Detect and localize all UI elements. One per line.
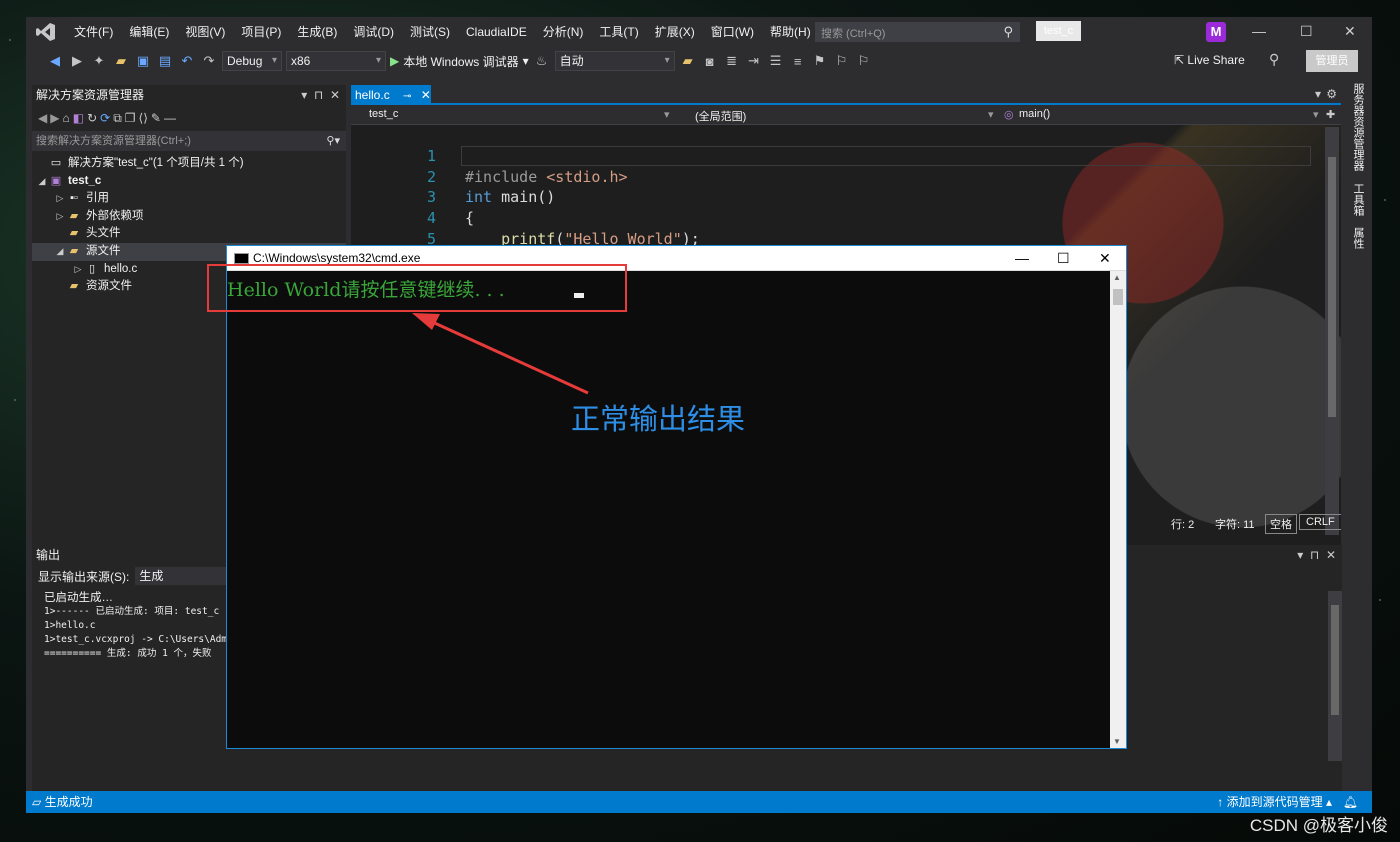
annotation-label: 正常输出结果 xyxy=(571,402,746,436)
arrow-shaft xyxy=(427,318,589,395)
watermark: CSDN @极客小俊 xyxy=(1249,816,1388,835)
arrow-head xyxy=(412,313,440,330)
